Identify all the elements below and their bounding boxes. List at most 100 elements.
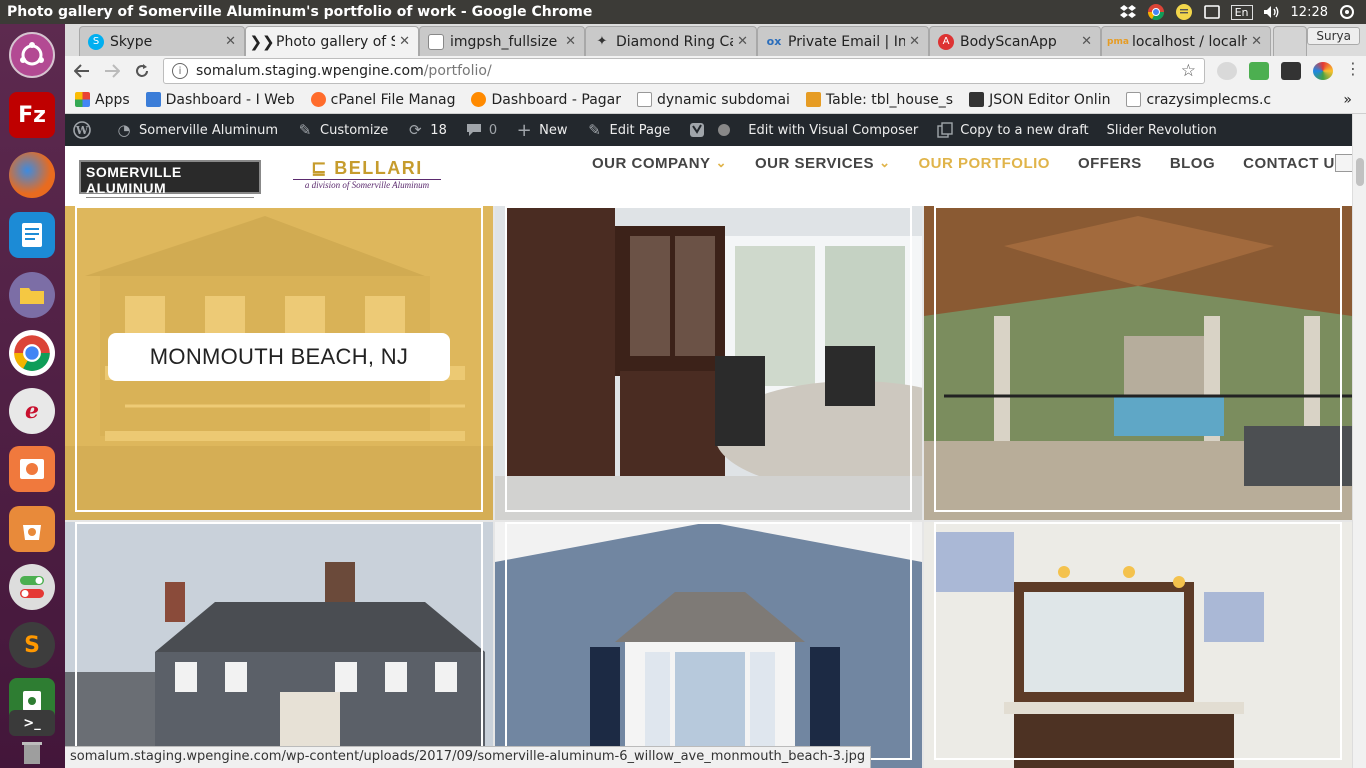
bookmark-dashboard-iweb[interactable]: Dashboard - I Web	[145, 91, 295, 108]
wp-visual-composer[interactable]: Edit with Visual Composer	[748, 123, 918, 138]
bookmark-dashboard-pagar[interactable]: Dashboard - Pagar	[471, 92, 621, 108]
close-tab-icon[interactable]: ✕	[399, 34, 410, 49]
tab-bodyscanapp[interactable]: A BodyScanApp ✕	[929, 26, 1101, 56]
extension-color-icon[interactable]	[1313, 62, 1333, 80]
portfolio-tile-house-yellow[interactable]: MONMOUTH BEACH, NJ	[65, 206, 493, 520]
bookmark-label: Dashboard - I Web	[165, 91, 295, 108]
nav-blog[interactable]: BLOG	[1170, 154, 1215, 172]
close-tab-icon[interactable]: ✕	[1081, 34, 1092, 49]
portfolio-tile-bathroom[interactable]	[924, 522, 1352, 768]
tab-imgpsh[interactable]: imgpsh_fullsize ( ✕	[419, 26, 585, 56]
bookmark-star-icon[interactable]: ☆	[1181, 61, 1196, 81]
ubuntu-dash-icon[interactable]	[9, 32, 55, 78]
dropbox-icon[interactable]	[1119, 3, 1137, 21]
reload-button[interactable]	[129, 58, 155, 84]
portfolio-tile-blue-siding[interactable]	[495, 522, 922, 768]
filezilla-icon[interactable]: Fz	[9, 92, 55, 138]
close-tab-icon[interactable]: ✕	[909, 34, 920, 49]
nav-our-portfolio[interactable]: OUR PORTFOLIO	[918, 154, 1050, 172]
tab-strip: S Skype ✕ ❯❯ Photo gallery of S ✕ imgpsh…	[65, 24, 1366, 56]
scrollbar-thumb[interactable]	[1356, 158, 1364, 186]
chrome-launcher-icon[interactable]	[9, 330, 55, 376]
tile-frame	[934, 522, 1342, 760]
dashboard-icon	[145, 92, 161, 107]
bookmark-dynamic-subdomain[interactable]: dynamic subdomai	[637, 92, 790, 108]
files-icon[interactable]	[9, 272, 55, 318]
close-tab-icon[interactable]: ✕	[1251, 34, 1262, 49]
bookmark-crazysimplecms[interactable]: crazysimplecms.c	[1126, 92, 1271, 108]
portfolio-tile-colonial[interactable]	[65, 522, 493, 768]
tab-label: Skype	[110, 33, 153, 50]
profile-button[interactable]: Surya	[1307, 27, 1360, 45]
plus-icon: +	[516, 119, 532, 141]
nav-offers[interactable]: OFFERS	[1078, 154, 1142, 172]
tab-skype[interactable]: S Skype ✕	[79, 26, 245, 56]
page-scrollbar[interactable]	[1352, 114, 1366, 768]
keyboard-language[interactable]: En	[1230, 4, 1253, 20]
wp-copy-draft[interactable]: Copy to a new draft	[936, 121, 1089, 139]
nav-our-services[interactable]: OUR SERVICES ⌄	[755, 154, 891, 172]
nav-contact-us[interactable]: CONTACT U⌄	[1243, 154, 1352, 172]
portfolio-tile-kitchen[interactable]	[495, 206, 922, 520]
wp-edit-page[interactable]: ✎ Edit Page	[585, 121, 670, 139]
tile-frame	[505, 206, 912, 512]
wp-slider-revolution[interactable]: Slider Revolution	[1107, 123, 1217, 138]
json-icon	[969, 92, 985, 107]
screenshot-icon[interactable]	[9, 446, 55, 492]
copy-icon	[936, 121, 954, 139]
wp-comments[interactable]: 0	[465, 121, 497, 139]
chrome-menu-icon[interactable]: ⋮	[1345, 61, 1361, 80]
extension-new-icon[interactable]	[1249, 62, 1269, 80]
trash-icon[interactable]	[9, 738, 55, 766]
back-button[interactable]	[69, 58, 95, 84]
bookmark-json-editor[interactable]: JSON Editor Onlin	[969, 92, 1110, 108]
toggle-switch-icon[interactable]	[9, 564, 55, 610]
notes-icon[interactable]	[1175, 3, 1193, 21]
clock[interactable]: 12:28	[1291, 5, 1328, 20]
extension-film-icon[interactable]	[1281, 62, 1301, 80]
wp-updates[interactable]: ⟳ 18	[406, 121, 447, 139]
unity-launcher: Fz e S >_	[0, 24, 65, 768]
new-tab-button[interactable]	[1273, 26, 1307, 56]
text-editor-icon[interactable]	[9, 212, 55, 258]
bookmark-apps[interactable]: Apps	[75, 92, 130, 108]
volume-icon[interactable]	[1263, 3, 1281, 21]
chrome-icon[interactable]	[1147, 3, 1165, 21]
tab-localhost[interactable]: pma localhost / localh ✕	[1101, 26, 1271, 56]
nav-our-company[interactable]: OUR COMPANY ⌄	[592, 154, 727, 172]
wp-customize[interactable]: ✎ Customize	[296, 121, 389, 139]
site-info-icon[interactable]: i	[172, 63, 188, 79]
somerville-logo[interactable]: SOMERVILLE ALUMINUM FULL SERVICE HOME RE…	[79, 160, 261, 206]
bellari-logo[interactable]: ⊑ BELLARI a division of Somerville Alumi…	[293, 158, 441, 194]
terminal-icon[interactable]: >_	[9, 710, 55, 736]
bookmark-cpanel[interactable]: cPanel File Manag	[310, 92, 455, 108]
tab-private-email[interactable]: ox Private Email | In ✕	[757, 26, 929, 56]
address-bar[interactable]: i somalum.staging.wpengine.com/portfolio…	[163, 58, 1205, 84]
close-tab-icon[interactable]: ✕	[225, 34, 236, 49]
close-tab-icon[interactable]: ✕	[565, 34, 576, 49]
tab-label: localhost / localh	[1132, 33, 1248, 50]
chevron-down-icon: ⌄	[715, 155, 727, 170]
wp-logo-menu[interactable]: W	[73, 121, 97, 139]
editor-e-icon[interactable]: e	[9, 388, 55, 434]
tab-diamond-ring[interactable]: ✦ Diamond Ring Ca ✕	[585, 26, 757, 56]
svg-text:W: W	[75, 124, 89, 137]
wp-new[interactable]: + New	[515, 119, 568, 141]
screen-icon[interactable]	[1203, 3, 1221, 21]
firefox-icon[interactable]	[9, 152, 55, 198]
forward-button[interactable]	[99, 58, 125, 84]
extension-icon[interactable]	[1217, 62, 1237, 80]
sublime-icon[interactable]: S	[9, 622, 55, 668]
software-center-icon[interactable]	[9, 506, 55, 552]
more-bookmarks-icon[interactable]: »	[1343, 92, 1352, 108]
tab-photo-gallery[interactable]: ❯❯ Photo gallery of S ✕	[245, 26, 419, 56]
window-title: Photo gallery of Somerville Aluminum's p…	[7, 4, 593, 20]
close-tab-icon[interactable]: ✕	[737, 34, 748, 49]
wp-yoast[interactable]	[688, 121, 731, 139]
settings-icon[interactable]	[1338, 3, 1356, 21]
wp-site-name[interactable]: ◔ Somerville Aluminum	[115, 121, 278, 139]
portfolio-tile-patio[interactable]	[924, 206, 1352, 520]
avatar[interactable]	[1334, 154, 1352, 172]
angular-icon: A	[938, 33, 954, 50]
bookmark-table-house[interactable]: Table: tbl_house_s	[805, 92, 953, 108]
